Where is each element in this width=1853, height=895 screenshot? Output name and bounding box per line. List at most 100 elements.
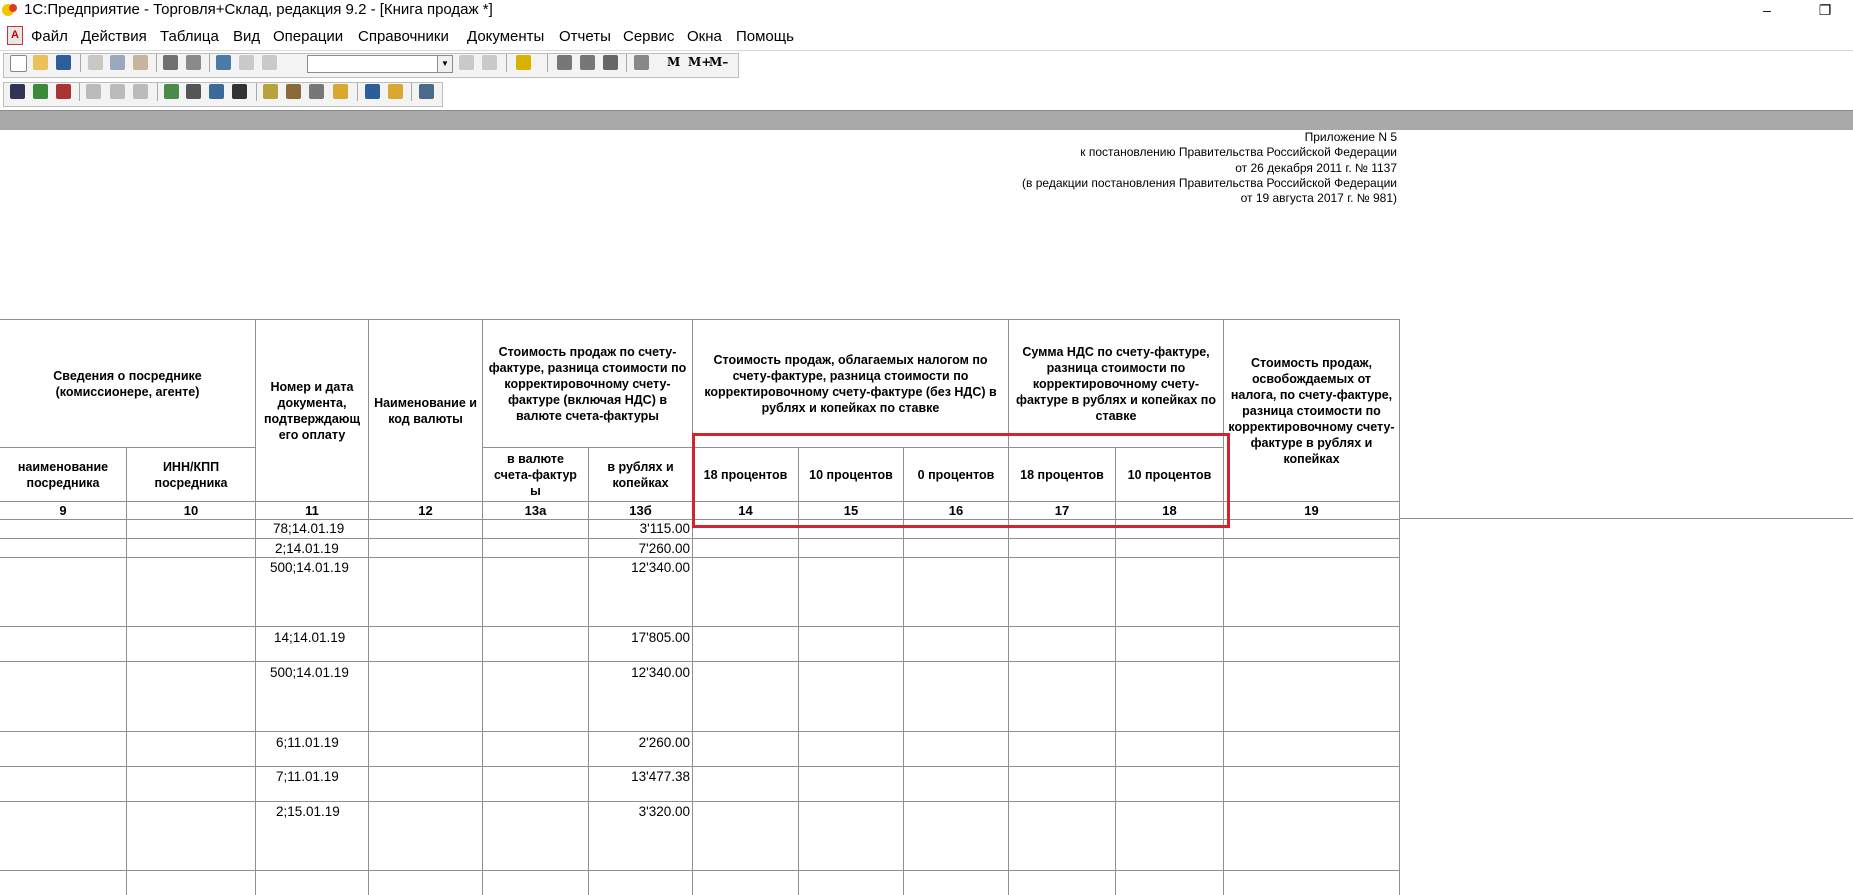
minimize-button[interactable]: – (1752, 0, 1782, 20)
menu-table[interactable]: Таблица (160, 28, 219, 45)
column-divider (126, 520, 127, 895)
journal-open-icon[interactable] (10, 84, 25, 99)
settings-icon[interactable] (388, 84, 403, 99)
undo-icon[interactable] (239, 55, 254, 70)
column-divider (692, 520, 693, 895)
doc-number-cell[interactable]: 2;15.01.19 (276, 804, 340, 819)
save-icon[interactable] (56, 55, 71, 70)
header-intermediary: Сведения о посреднике (комиссионере, аге… (0, 320, 256, 448)
decree-date-line: от 26 декабря 2011 г. № 1137 (1235, 160, 1397, 175)
document-menu-icon[interactable]: A (7, 26, 23, 45)
open-folder-icon[interactable] (33, 55, 48, 70)
cut-icon[interactable] (88, 55, 103, 70)
memory-add-button[interactable]: M+ (688, 55, 711, 69)
column-number: 12 (369, 502, 483, 520)
decree-line: к постановлению Правительства Российской… (1080, 145, 1397, 160)
search-prev-icon[interactable] (482, 55, 497, 70)
exchange-icon[interactable] (365, 84, 380, 99)
header-vat-sum: Сумма НДС по счету-фактуре, разница стои… (1009, 320, 1224, 448)
menu-documents[interactable]: Документы (467, 28, 544, 45)
amount-rub-cell[interactable]: 7'260.00 (639, 541, 690, 556)
column-divider (1008, 520, 1009, 895)
amount-rub-cell[interactable]: 3'115.00 (640, 521, 690, 536)
help-icon[interactable] (516, 55, 531, 70)
income-icon[interactable] (33, 84, 48, 99)
toolbar-separator (256, 83, 257, 101)
contractors-icon[interactable] (232, 84, 247, 99)
doc-number-cell[interactable]: 500;14.01.19 (270, 560, 349, 575)
paste-icon[interactable] (133, 55, 148, 70)
receipt-icon[interactable] (133, 84, 148, 99)
print-icon[interactable] (163, 55, 178, 70)
documents-toolbar (0, 80, 1853, 108)
menu-bar: A Файл Действия Таблица Вид Операции Спр… (0, 22, 1853, 51)
memory-store-button[interactable]: M (667, 55, 680, 69)
row-separator (0, 731, 1400, 732)
toolbar-separator (80, 54, 81, 72)
price-icon[interactable] (263, 84, 278, 99)
highlight-annotation (692, 433, 1230, 528)
stock-icon[interactable] (286, 84, 301, 99)
journal-icon[interactable] (634, 55, 649, 70)
bank-icon[interactable] (209, 84, 224, 99)
standard-toolbar: ▼ M M+ M– (0, 51, 1853, 79)
memory-subtract-button[interactable]: M– (709, 55, 728, 69)
row-separator (0, 626, 1400, 627)
menu-reports[interactable]: Отчеты (559, 28, 611, 45)
search-combo[interactable]: ▼ (307, 55, 453, 73)
header-cost-taxed: Стоимость продаж, облагаемых налогом по … (693, 320, 1009, 448)
expense-icon[interactable] (56, 84, 71, 99)
amount-rub-cell[interactable]: 13'477.38 (631, 769, 690, 784)
menu-file[interactable]: Файл (31, 28, 68, 45)
menu-service[interactable]: Сервис (623, 28, 674, 45)
restore-button[interactable]: ❐ (1810, 0, 1840, 20)
doc-number-cell[interactable]: 500;14.01.19 (270, 665, 349, 680)
menu-operations[interactable]: Операции (273, 28, 343, 45)
column-number: 11 (256, 502, 369, 520)
header-cost-exempt: Стоимость продаж, освобождаемых от налог… (1224, 320, 1400, 502)
messages-icon[interactable] (603, 55, 618, 70)
chart-icon[interactable] (333, 84, 348, 99)
search-next-icon[interactable] (459, 55, 474, 70)
find-icon[interactable] (216, 55, 231, 70)
calculator-icon[interactable] (557, 55, 572, 70)
column-divider (1223, 520, 1224, 895)
column-number: 9 (0, 502, 127, 520)
amount-rub-cell[interactable]: 2'260.00 (639, 735, 690, 750)
doc-number-cell[interactable]: 78;14.01.19 (273, 521, 344, 536)
menu-view[interactable]: Вид (233, 28, 260, 45)
print-preview-icon[interactable] (186, 55, 201, 70)
toolbar-separator (626, 54, 627, 72)
report-icon[interactable] (309, 84, 324, 99)
menu-actions[interactable]: Действия (81, 28, 147, 45)
chevron-down-icon[interactable]: ▼ (437, 56, 452, 72)
doc-number-cell[interactable]: 2;14.01.19 (275, 541, 339, 556)
amount-rub-cell[interactable]: 3'320.00 (639, 804, 690, 819)
menu-windows[interactable]: Окна (687, 28, 722, 45)
screen-icon[interactable] (419, 84, 434, 99)
new-document-icon[interactable] (10, 55, 27, 72)
redo-icon[interactable] (262, 55, 277, 70)
warehouse-icon[interactable] (186, 84, 201, 99)
header-in-currency: в валюте счета-фактур ы (483, 448, 589, 502)
bill-icon[interactable] (110, 84, 125, 99)
amount-rub-cell[interactable]: 12'340.00 (631, 665, 690, 680)
amount-rub-cell[interactable]: 17'805.00 (631, 630, 690, 645)
doc-number-cell[interactable]: 7;11.01.19 (276, 769, 339, 784)
amount-rub-cell[interactable]: 12'340.00 (631, 560, 690, 575)
menu-help[interactable]: Помощь (736, 28, 794, 45)
invoice-icon[interactable] (86, 84, 101, 99)
copy-icon[interactable] (110, 55, 125, 70)
revision-line: (в редакции постановления Правительства … (1022, 175, 1397, 190)
doc-number-cell[interactable]: 6;11.01.19 (276, 735, 339, 750)
goods-icon[interactable] (164, 84, 179, 99)
menu-catalogs[interactable]: Справочники (358, 28, 449, 45)
calendar-icon[interactable] (580, 55, 595, 70)
column-number: 13б (589, 502, 693, 520)
column-divider (588, 520, 589, 895)
column-divider (255, 520, 256, 895)
doc-number-cell[interactable]: 14;14.01.19 (274, 630, 345, 645)
toolbar-separator (209, 54, 210, 72)
header-in-rubles: в рублях и копейках (589, 448, 693, 502)
column-number: 19 (1224, 502, 1400, 520)
